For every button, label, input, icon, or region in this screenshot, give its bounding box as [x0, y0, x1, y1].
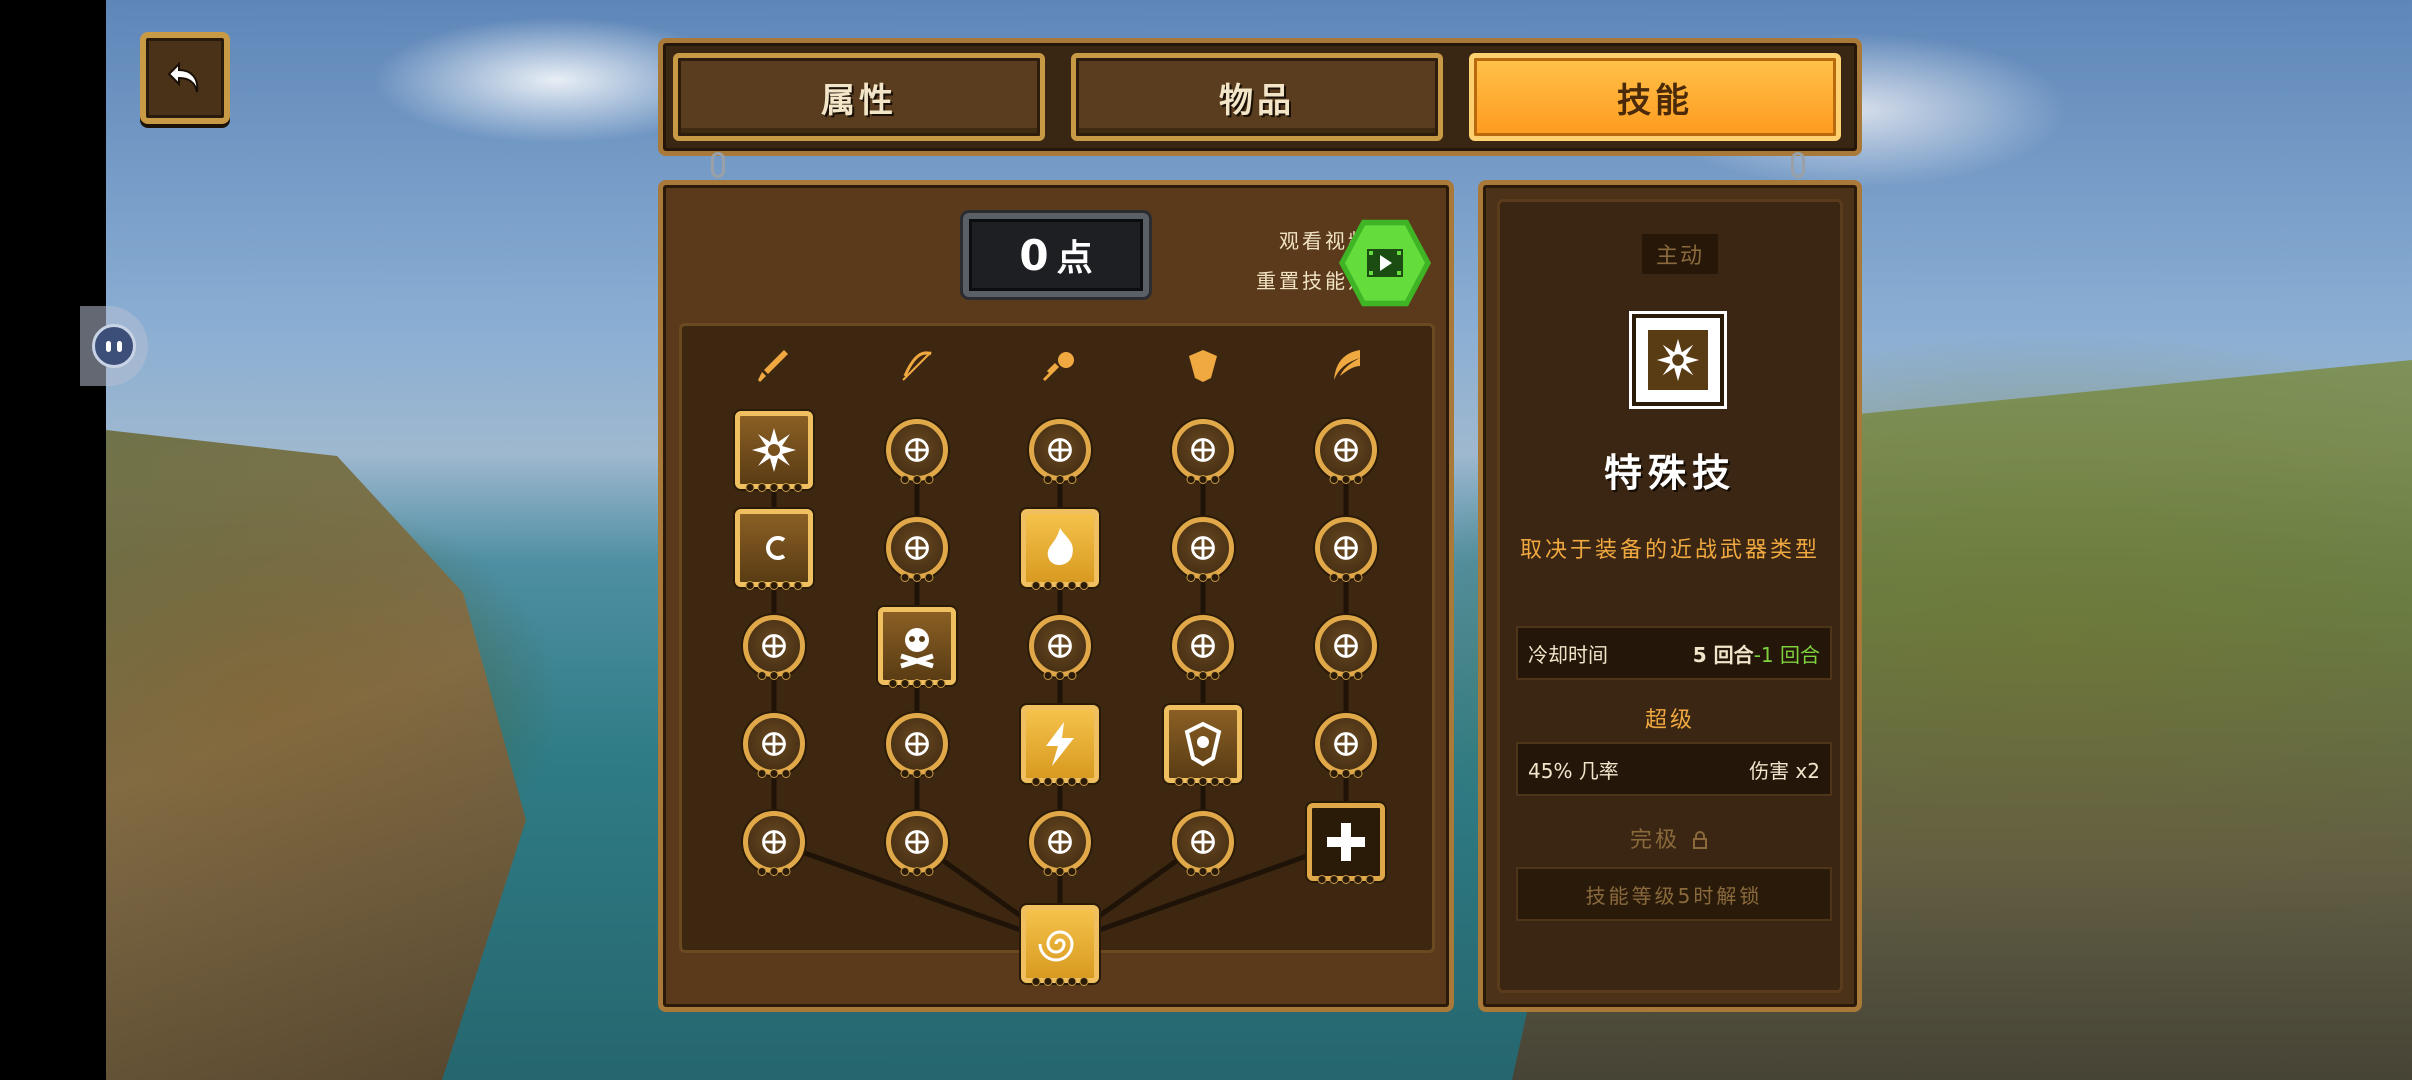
crossbow-icon	[905, 732, 929, 756]
cooldown-value-group: 5 回合-1 回合	[1693, 639, 1820, 668]
ultimate-title: 完极	[1629, 828, 1680, 853]
skill-node-sun-burst[interactable]	[1029, 419, 1091, 484]
chain-right	[1791, 152, 1805, 178]
chain-left	[711, 152, 725, 178]
skill-node-bow-target[interactable]	[886, 419, 948, 484]
skill-node-flame[interactable]	[1021, 509, 1099, 590]
crosshair-icon	[1048, 634, 1072, 658]
skill-node-crossed-arrows[interactable]	[1315, 615, 1377, 680]
background-cliff	[106, 430, 526, 1080]
skill-node-rotate-hand[interactable]	[1029, 811, 1091, 876]
flame-icon	[1047, 528, 1073, 565]
selected-skill-icon	[1632, 314, 1724, 406]
sword-shield-icon	[1191, 536, 1215, 560]
skill-node-broken-heart[interactable]	[1172, 419, 1234, 484]
skill-node-coins[interactable]	[743, 615, 805, 680]
burst-icon	[1656, 338, 1700, 382]
cooldown-row: 冷却时间 5 回合-1 回合	[1516, 626, 1832, 680]
bow-drop-icon	[905, 536, 929, 560]
super-row: 45% 几率 伤害 x2	[1516, 742, 1832, 796]
cooldown-reduction: -1 回合	[1753, 642, 1820, 667]
super-effect: 伤害 x2	[1749, 758, 1820, 783]
skill-detail-panel: 主动 特殊技 取决于装备的近战武器类型 冷却时间 5 回合-1 回合 超级 45…	[1478, 180, 1862, 1012]
tab-skills[interactable]: 技能	[1469, 53, 1841, 141]
skill-node-shield-emblem[interactable]	[1164, 705, 1242, 786]
tabs-bar: 属性 物品 技能	[658, 38, 1862, 156]
magic-wand-icon	[762, 732, 786, 756]
skill-detail-inner: 主动 特殊技 取决于装备的近战武器类型 冷却时间 5 回合-1 回合 超级 45…	[1497, 199, 1843, 993]
sword-icon	[754, 346, 794, 386]
lock-icon	[1690, 828, 1710, 853]
tab-items[interactable]: 物品	[1071, 53, 1443, 141]
lightning-icon	[1046, 722, 1074, 766]
skill-node-burst[interactable]	[735, 411, 813, 492]
magic-orb-icon	[1040, 346, 1080, 386]
skill-node-root[interactable]	[1021, 905, 1099, 986]
broken-heart-icon	[1191, 438, 1215, 462]
fist-icon	[762, 830, 786, 854]
skill-name: 特殊技	[1603, 451, 1736, 495]
skill-node-crossbow[interactable]	[886, 713, 948, 778]
back-button[interactable]	[140, 32, 230, 124]
skill-node-helmet-arrow[interactable]	[1315, 517, 1377, 582]
skill-node-spiral-arrow[interactable]	[1315, 419, 1377, 484]
skill-node-skull-crossbones[interactable]	[878, 607, 956, 688]
skill-node-fist[interactable]	[743, 811, 805, 876]
helmet-icon	[1334, 732, 1358, 756]
rotate-hand-icon	[1048, 830, 1072, 854]
skill-node-sword-shield[interactable]	[1172, 517, 1234, 582]
armor-break-icon	[1191, 634, 1215, 658]
bow-target-icon	[905, 438, 929, 462]
skull-crossbones-icon	[900, 628, 934, 669]
hook-icon	[766, 536, 786, 560]
helmet-arrow-icon	[1334, 536, 1358, 560]
skill-node-plus-cross[interactable]	[1307, 803, 1385, 884]
coins-icon	[762, 634, 786, 658]
arrow-strike-icon	[905, 830, 929, 854]
cooldown-label: 冷却时间	[1528, 642, 1608, 667]
cooldown-value: 5 回合	[1692, 642, 1754, 667]
skill-node-bow-drop[interactable]	[886, 517, 948, 582]
skill-node-crosshair[interactable]	[1029, 615, 1091, 680]
skill-node-arrow-strike[interactable]	[886, 811, 948, 876]
skill-node-magic-wand[interactable]	[743, 713, 805, 778]
bow-icon	[897, 346, 937, 386]
spiral-arrow-icon	[1334, 438, 1358, 462]
skill-tree-panel: 0 点 观看视频 重置技能点	[658, 180, 1454, 1012]
ultimate-lock-row: 技能等级5时解锁	[1516, 867, 1832, 921]
shield-emblem-icon	[1184, 721, 1222, 767]
skill-description: 取决于装备的近战武器类型	[1519, 538, 1820, 563]
super-section-title: 超级	[1644, 708, 1695, 733]
skill-node-hook[interactable]	[735, 509, 813, 590]
vortex-icon	[1038, 930, 1074, 962]
ghost-face-icon	[92, 324, 136, 368]
skill-tree-grid	[679, 323, 1435, 986]
triple-ring-icon	[1191, 830, 1215, 854]
skill-node-triple-ring[interactable]	[1172, 811, 1234, 876]
skill-node-armor-break[interactable]	[1172, 615, 1234, 680]
burst-icon	[752, 428, 796, 472]
skill-node-lightning[interactable]	[1021, 705, 1099, 786]
feather-wing-icon	[1326, 346, 1366, 386]
skill-points-value: 0	[1019, 230, 1049, 280]
sun-burst-icon	[1048, 438, 1072, 462]
skill-points-display: 0 点	[963, 213, 1149, 297]
skill-node-helmet[interactable]	[1315, 713, 1377, 778]
tab-attributes[interactable]: 属性	[673, 53, 1045, 141]
shield-icon	[1183, 346, 1223, 386]
skill-points-unit: 点	[1056, 238, 1093, 279]
video-play-icon	[1367, 249, 1403, 277]
back-arrow-icon	[167, 61, 199, 93]
skill-type-badge: 主动	[1642, 234, 1718, 274]
super-chance: 45% 几率	[1528, 758, 1619, 783]
crossed-arrows-icon	[1334, 634, 1358, 658]
ultimate-section-title: 完极	[1500, 822, 1840, 854]
plus-cross-icon	[1325, 821, 1367, 863]
